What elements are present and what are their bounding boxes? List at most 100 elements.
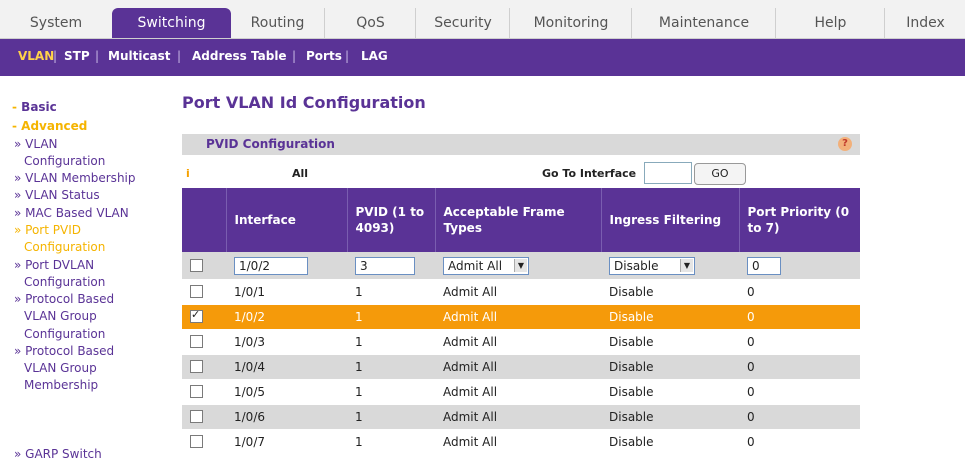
sidebar-item-protocol-vlan-config[interactable]: » Protocol Based (14, 292, 114, 306)
sidebar-item-vlan-status[interactable]: » VLAN Status (14, 188, 100, 202)
sidebar-basic[interactable]: - Basic (12, 100, 57, 114)
row-priority: 0 (739, 429, 860, 455)
table-row[interactable]: 1/0/2 1 Admit All Disable 0 (182, 304, 860, 330)
priority-input[interactable]: 0 (747, 256, 781, 275)
row-interface: 1/0/5 (226, 379, 347, 405)
subtab-vlan[interactable]: VLAN (18, 49, 54, 63)
row-checkbox[interactable] (190, 410, 203, 423)
table-row[interactable]: 1/0/5 1 Admit All Disable 0 (182, 379, 860, 405)
tab-monitoring[interactable]: Monitoring (509, 8, 632, 38)
tab-security[interactable]: Security (415, 8, 510, 38)
panel-title: PVID Configuration (206, 137, 335, 151)
column-ingress-filtering: Ingress Filtering (601, 188, 740, 252)
row-priority: 0 (739, 404, 860, 430)
row-ingress: Disable (601, 354, 739, 380)
row-checkbox[interactable] (190, 335, 203, 348)
row-priority: 0 (739, 279, 860, 305)
subtab-lag[interactable]: LAG (361, 49, 388, 63)
subnav-separator: | (345, 49, 350, 63)
column-select (182, 188, 227, 252)
row-checkbox[interactable] (190, 385, 203, 398)
sidebar-item-protocol-vlan-membership-2[interactable]: VLAN Group (24, 361, 97, 375)
row-frame-types: Admit All (435, 354, 601, 380)
row-ingress: Disable (601, 404, 739, 430)
sidebar-item-garp-switch[interactable]: » GARP Switch (14, 447, 102, 461)
tab-routing[interactable]: Routing (231, 8, 324, 38)
help-icon[interactable]: ? (838, 137, 852, 151)
sub-navigation: VLAN | STP | Multicast | Address Table |… (0, 39, 965, 76)
subnav-separator: | (53, 49, 58, 63)
subtab-ports[interactable]: Ports (306, 49, 342, 63)
ingress-value: Disable (614, 258, 659, 273)
row-frame-types: Admit All (435, 304, 601, 330)
row-checkbox[interactable] (190, 285, 203, 298)
chevron-down-icon: ▼ (514, 258, 527, 272)
sidebar-item-port-pvid-cont[interactable]: Configuration (24, 240, 105, 254)
subnav-separator: | (292, 49, 297, 63)
row-checkbox[interactable] (190, 435, 203, 448)
ingress-select[interactable]: Disable ▼ (609, 256, 695, 275)
subtab-multicast[interactable]: Multicast (108, 49, 171, 63)
row-pvid: 1 (347, 354, 435, 380)
sidebar-item-protocol-vlan-config-3[interactable]: Configuration (24, 327, 105, 341)
row-frame-types: Admit All (435, 279, 601, 305)
sidebar-item-protocol-vlan-membership-3[interactable]: Membership (24, 378, 98, 392)
select-all-checkbox[interactable] (190, 258, 203, 272)
row-interface: 1/0/1 (226, 279, 347, 305)
pvid-input[interactable]: 3 (355, 256, 415, 275)
row-pvid: 1 (347, 329, 435, 355)
row-pvid: 1 (347, 279, 435, 305)
row-frame-types: Admit All (435, 379, 601, 405)
tab-help[interactable]: Help (775, 8, 885, 38)
subtab-address-table[interactable]: Address Table (192, 49, 287, 63)
panel-header: PVID Configuration ? (182, 134, 860, 155)
row-interface: 1/0/7 (226, 429, 347, 455)
sidebar-item-port-dvlan-cont[interactable]: Configuration (24, 275, 105, 289)
sidebar: - Basic - Advanced » VLAN Configuration … (0, 77, 172, 461)
sidebar-item-vlan-config[interactable]: » VLAN (14, 137, 58, 151)
tab-index[interactable]: Index (884, 8, 965, 38)
subnav-separator: | (95, 49, 100, 63)
sidebar-item-protocol-vlan-membership[interactable]: » Protocol Based (14, 344, 114, 358)
go-to-interface-input[interactable] (644, 162, 692, 184)
table-row[interactable]: 1/0/4 1 Admit All Disable 0 (182, 354, 860, 380)
row-interface: 1/0/4 (226, 354, 347, 380)
row-ingress: Disable (601, 304, 739, 330)
sidebar-item-vlan-config-cont[interactable]: Configuration (24, 154, 105, 168)
row-priority: 0 (739, 304, 860, 330)
sidebar-item-protocol-vlan-config-2[interactable]: VLAN Group (24, 309, 97, 323)
row-ingress: Disable (601, 429, 739, 455)
tab-system[interactable]: System (0, 8, 112, 38)
top-navigation: System Switching Routing QoS Security Mo… (0, 0, 965, 39)
row-interface: 1/0/2 (226, 304, 347, 330)
go-button[interactable]: GO (694, 163, 746, 185)
row-checkbox[interactable] (190, 308, 203, 323)
row-interface: 1/0/3 (226, 329, 347, 355)
table-row[interactable]: 1/0/3 1 Admit All Disable 0 (182, 329, 860, 355)
sidebar-advanced[interactable]: - Advanced (12, 119, 87, 133)
table-header-row: Interface PVID (1 to 4093) Acceptable Fr… (182, 188, 861, 252)
sidebar-item-port-pvid[interactable]: » Port PVID (14, 223, 81, 237)
row-priority: 0 (739, 379, 860, 405)
row-ingress: Disable (601, 279, 739, 305)
tab-maintenance[interactable]: Maintenance (631, 8, 776, 38)
row-frame-types: Admit All (435, 329, 601, 355)
row-priority: 0 (739, 329, 860, 355)
table-row[interactable]: 1/0/6 1 Admit All Disable 0 (182, 404, 860, 430)
tab-switching[interactable]: Switching (112, 8, 231, 38)
table-row[interactable]: 1/0/1 1 Admit All Disable 0 (182, 279, 860, 305)
subtab-stp[interactable]: STP (64, 49, 90, 63)
tab-qos[interactable]: QoS (324, 8, 416, 38)
interface-input[interactable]: 1/0/2 (234, 256, 308, 275)
all-link[interactable]: All (292, 167, 308, 180)
row-checkbox[interactable] (190, 360, 203, 373)
sidebar-item-port-dvlan[interactable]: » Port DVLAN (14, 258, 94, 272)
row-pvid: 1 (347, 379, 435, 405)
sidebar-item-mac-based-vlan[interactable]: » MAC Based VLAN (14, 206, 129, 220)
frame-types-select[interactable]: Admit All ▼ (443, 256, 529, 275)
info-icon: i (186, 167, 190, 180)
column-port-priority: Port Priority (0 to 7) (739, 188, 861, 252)
chevron-down-icon: ▼ (680, 258, 693, 272)
table-row[interactable]: 1/0/7 1 Admit All Disable 0 (182, 429, 860, 455)
sidebar-item-vlan-membership[interactable]: » VLAN Membership (14, 171, 136, 185)
